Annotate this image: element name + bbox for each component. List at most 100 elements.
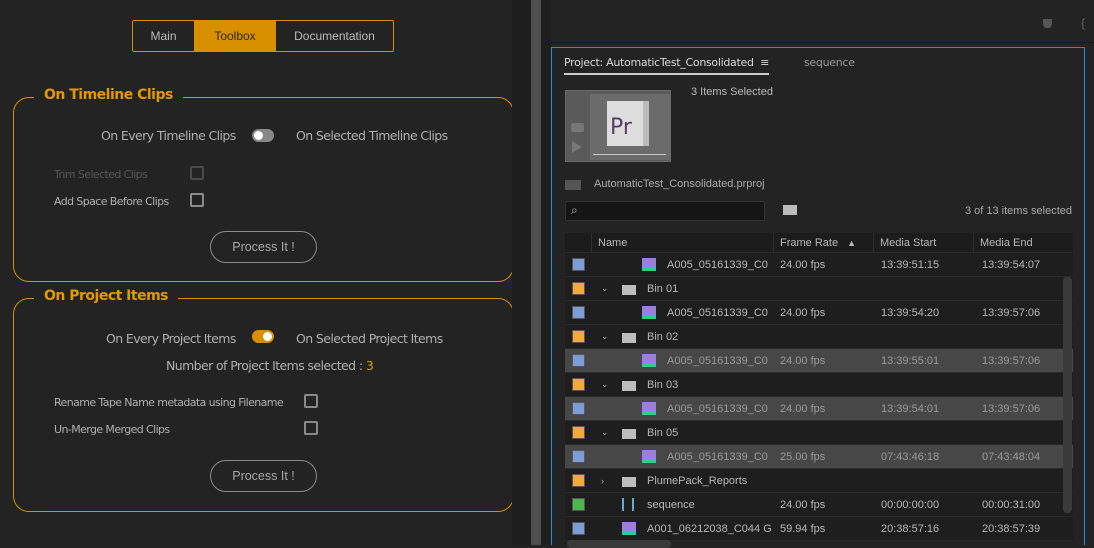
- project-panel-area: { Project: AutomaticTest_Consolidated ≡ …: [551, 0, 1094, 548]
- project-filename: AutomaticTest_Consolidated.prproj: [594, 178, 765, 190]
- chevron-right-icon[interactable]: ›: [601, 476, 604, 486]
- folder-icon: [622, 381, 636, 391]
- trim-selected-checkbox[interactable]: [190, 166, 204, 180]
- media-end: 13:39:57:06: [982, 402, 1041, 415]
- process-timeline-button[interactable]: Process It !: [210, 231, 317, 263]
- tab-project[interactable]: Project: AutomaticTest_Consolidated ≡: [564, 56, 769, 75]
- panel-divider: [512, 0, 551, 545]
- rename-tape-label: Rename Tape Name metadata using Filename: [54, 396, 284, 409]
- premiere-file-icon: Pr: [607, 101, 649, 146]
- camera-icon[interactable]: [571, 123, 584, 132]
- folder-icon: [622, 429, 636, 439]
- chevron-down-icon[interactable]: ⌄: [601, 427, 609, 438]
- group-title: On Timeline Clips: [34, 87, 183, 103]
- every-timeline-label: On Every Timeline Clips: [101, 128, 236, 143]
- media-end: 13:39:57:06: [982, 306, 1041, 319]
- frame-rate: 59.94 fps: [780, 522, 826, 535]
- marker-icon[interactable]: [1043, 19, 1052, 28]
- unmerge-label: Un-Merge Merged Clips: [54, 423, 170, 436]
- tab-documentation[interactable]: Documentation: [275, 21, 393, 51]
- tab-project-label: Project: AutomaticTest_Consolidated: [564, 56, 754, 69]
- group-title: On Project Items: [34, 288, 179, 304]
- selected-timeline-label: On Selected Timeline Clips: [296, 128, 448, 143]
- media-start: 13:39:51:15: [881, 258, 940, 271]
- table-header: Name Frame Rate ▲ Media Start Media End: [565, 233, 1073, 253]
- label-color-swatch[interactable]: [572, 282, 585, 295]
- table-row[interactable]: A001_06212038_C044 G 59.94 fps 20:38:57:16…: [565, 517, 1073, 541]
- vertical-scrollbar[interactable]: [1063, 277, 1072, 513]
- bin-row[interactable]: ⌄ Bin 03: [565, 373, 1073, 397]
- table-row[interactable]: A005_05161339_C0 24.00 fps 13:39:55:01 13:3…: [565, 349, 1073, 373]
- label-color-swatch[interactable]: [572, 402, 585, 415]
- video-clip-icon: [642, 402, 656, 415]
- brace-icon[interactable]: {: [1081, 16, 1085, 30]
- media-start: 13:39:54:01: [881, 402, 940, 415]
- label-color-swatch[interactable]: [572, 354, 585, 367]
- label-color-swatch[interactable]: [572, 426, 585, 439]
- label-color-swatch[interactable]: [572, 306, 585, 319]
- scrollbar[interactable]: [531, 0, 541, 545]
- media-end: 13:39:54:07: [982, 258, 1041, 271]
- column-frame-rate[interactable]: Frame Rate ▲: [773, 233, 873, 252]
- unmerge-checkbox[interactable]: [304, 421, 318, 435]
- top-bar: {: [551, 0, 1094, 43]
- media-start: 07:43:46:18: [881, 450, 940, 463]
- menu-icon[interactable]: ≡: [760, 56, 769, 69]
- table-row[interactable]: A005_05161339_C0 24.00 fps 13:39:54:01 13:3…: [565, 397, 1073, 421]
- table-row[interactable]: sequence 24.00 fps 00:00:00:00 00:00:31:00: [565, 493, 1073, 517]
- timeline-clips-group: On Timeline Clips On Every Timeline Clip…: [13, 87, 514, 282]
- bin-row[interactable]: ⌄ Bin 02: [565, 325, 1073, 349]
- trim-selected-label: Trim Selected Clips: [54, 168, 148, 181]
- media-start: 13:39:55:01: [881, 354, 940, 367]
- media-start: 00:00:00:00: [881, 498, 940, 511]
- project-items-group: On Project Items On Every Project Items …: [13, 288, 514, 512]
- label-color-swatch[interactable]: [572, 258, 585, 271]
- thumbnail-preview: Pr: [565, 90, 671, 162]
- column-media-start[interactable]: Media Start: [873, 233, 973, 252]
- tab-sequence[interactable]: sequence: [804, 56, 855, 69]
- video-clip-icon: [642, 354, 656, 367]
- chevron-down-icon[interactable]: ⌄: [601, 283, 609, 294]
- chevron-down-icon[interactable]: ⌄: [601, 331, 609, 342]
- column-media-end[interactable]: Media End: [973, 233, 1073, 252]
- selected-count: 3 of 13 items selected: [964, 205, 1072, 217]
- label-color-swatch[interactable]: [572, 474, 585, 487]
- table-row[interactable]: A005_05161339_C0 24.00 fps 13:39:54:20 13:3…: [565, 301, 1073, 325]
- folder-icon: [622, 333, 636, 343]
- bin-row[interactable]: › PlumePack_Reports: [565, 469, 1073, 493]
- count-value: 3: [365, 358, 374, 373]
- add-space-checkbox[interactable]: [190, 193, 204, 207]
- toolbox-extension-panel: Main Toolbox Documentation On Timeline C…: [0, 0, 514, 545]
- parent-folder-icon[interactable]: [565, 180, 581, 190]
- timeline-scope-toggle[interactable]: [252, 129, 274, 142]
- column-name[interactable]: Name: [591, 233, 773, 252]
- tab-main[interactable]: Main: [133, 21, 195, 51]
- table-row[interactable]: A005_05161339_C0 24.00 fps 13:39:51:15 13:3…: [565, 253, 1073, 277]
- frame-rate: 25.00 fps: [780, 450, 826, 463]
- label-color-swatch[interactable]: [572, 330, 585, 343]
- frame-rate: 24.00 fps: [780, 306, 826, 319]
- table-row[interactable]: A005_05161339_C0 25.00 fps 07:43:46:18 07:4…: [565, 445, 1073, 469]
- label-color-swatch[interactable]: [572, 450, 585, 463]
- frame-rate: 24.00 fps: [780, 258, 826, 271]
- bin-row[interactable]: ⌄ Bin 05: [565, 421, 1073, 445]
- chevron-down-icon[interactable]: ⌄: [601, 379, 609, 390]
- find-bin-icon[interactable]: [783, 205, 797, 215]
- media-end: 00:00:31:00: [982, 498, 1041, 511]
- horizontal-scrollbar[interactable]: [567, 540, 671, 548]
- search-input[interactable]: ⌕: [565, 201, 765, 221]
- play-icon[interactable]: [572, 141, 582, 153]
- item-name: Bin 03: [647, 378, 679, 391]
- label-color-swatch[interactable]: [572, 378, 585, 391]
- rename-tape-checkbox[interactable]: [304, 394, 318, 408]
- process-project-button[interactable]: Process It !: [210, 460, 317, 492]
- label-color-swatch[interactable]: [572, 498, 585, 511]
- folder-icon: [622, 285, 636, 295]
- label-color-swatch[interactable]: [572, 522, 585, 535]
- tab-toolbox[interactable]: Toolbox: [195, 21, 275, 51]
- item-name: Bin 02: [647, 330, 679, 343]
- frame-rate: 24.00 fps: [780, 402, 826, 415]
- project-panel: Project: AutomaticTest_Consolidated ≡ se…: [551, 47, 1085, 548]
- bin-row[interactable]: ⌄ Bin 01: [565, 277, 1073, 301]
- project-scope-toggle[interactable]: [252, 330, 274, 343]
